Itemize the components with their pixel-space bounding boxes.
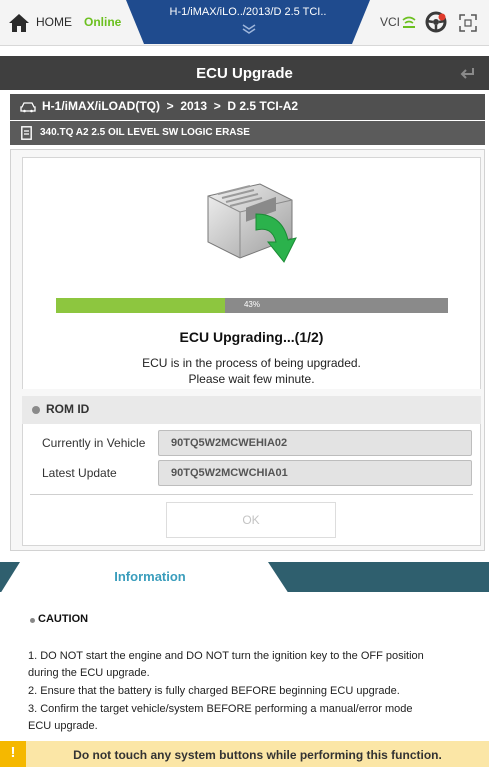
- caution-title: CAUTION: [38, 613, 89, 625]
- rom-id-header: [22, 396, 481, 424]
- page-title: ECU Upgrade: [196, 65, 293, 82]
- tab-information-label[interactable]: Information: [80, 569, 220, 584]
- caution-line: 1. DO NOT start the engine and DO NOT tu…: [28, 650, 424, 662]
- caution-line: 2. Ensure that the battery is fully char…: [28, 685, 400, 697]
- latest-rom-value: 90TQ5W2MCWCHIA01: [171, 467, 288, 479]
- car-icon: [20, 102, 36, 113]
- steering-wheel-icon[interactable]: [424, 10, 448, 34]
- current-rom-label: Currently in Vehicle: [42, 436, 146, 450]
- procedure-name: 340.TQ A2 2.5 OIL LEVEL SW LOGIC ERASE: [40, 127, 250, 138]
- online-status: Online: [84, 15, 122, 29]
- ok-button-label[interactable]: OK: [166, 513, 336, 527]
- home-button-label[interactable]: HOME: [36, 15, 72, 29]
- wifi-icon: [402, 16, 416, 28]
- bullet-icon: [32, 406, 40, 414]
- progress-percent: 43%: [243, 300, 260, 309]
- caution-line: 3. Confirm the target vehicle/system BEF…: [28, 703, 413, 715]
- caution-line: ECU upgrade.: [28, 720, 98, 732]
- fullscreen-icon[interactable]: [459, 14, 477, 32]
- bullet-icon: [30, 618, 35, 623]
- chevron-down-icon[interactable]: [242, 24, 256, 34]
- back-arrow-icon[interactable]: [458, 64, 476, 82]
- document-icon: [21, 126, 32, 140]
- status-title: ECU Upgrading...(1/2): [179, 329, 324, 345]
- breadcrumb-path: H-1/iMAX/iLOAD(TQ) > 2013 > D 2.5 TCI-A2: [42, 99, 299, 113]
- warning-mark: !: [10, 744, 16, 761]
- home-icon[interactable]: [8, 13, 30, 33]
- latest-rom-label: Latest Update: [42, 466, 117, 480]
- ecu-upgrade-icon: [207, 183, 297, 263]
- rom-id-label: ROM ID: [46, 402, 90, 416]
- divider: [30, 494, 473, 495]
- vci-label: VCI: [380, 15, 401, 29]
- current-rom-value: 90TQ5W2MCWEHIA02: [171, 437, 288, 449]
- status-message: ECU is in the process of being upgraded.: [142, 356, 361, 370]
- caution-line: during the ECU upgrade.: [28, 667, 150, 679]
- warning-text: Do not touch any system buttons while pe…: [73, 748, 442, 762]
- status-message-2: Please wait few minute.: [188, 372, 315, 386]
- vehicle-selector-label[interactable]: H-1/iMAX/iLO../2013/D 2.5 TCI..: [154, 6, 342, 18]
